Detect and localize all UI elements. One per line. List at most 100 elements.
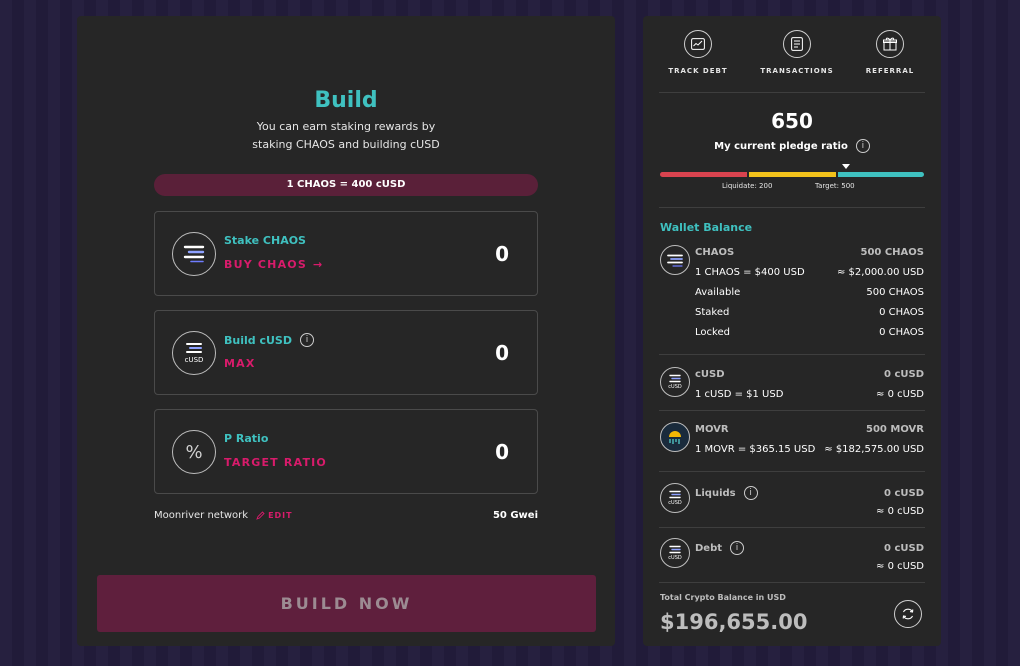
nav-label: REFERRAL [865,67,915,75]
movr-logo-icon [660,422,690,452]
asset-amount: 0 cUSD [884,542,924,554]
movr-rate-row: 1 MOVR = $365.15 USD ≈ $182,575.00 USD [695,444,924,455]
network-name: Moonriver network [154,510,249,521]
percent-icon: % [172,430,216,474]
asset-amount: 0 cUSD [884,487,924,499]
buy-chaos-label: BUY CHAOS [224,258,307,271]
asset-rate: 1 cUSD = $1 USD [695,389,784,400]
pledge-marker-icon [842,164,850,169]
chaos-logo-icon [172,232,216,276]
nav-track-debt[interactable]: TRACK DEBT [658,30,738,75]
info-icon[interactable]: i [855,139,870,153]
page-title: Build [314,88,378,113]
staked-label: Staked [695,307,730,318]
debt-usd-row: ≈ 0 cUSD [695,561,924,572]
target-ratio-link[interactable]: TARGET RATIO [224,456,327,469]
p-ratio-card[interactable]: % P Ratio TARGET RATIO 0 [154,409,538,494]
total-balance-label: Total Crypto Balance in USD [660,593,786,602]
available-label: Available [695,287,741,298]
asset-name: Liquids [695,487,736,499]
asset-usd: ≈ 0 cUSD [876,389,924,400]
divider [659,410,925,411]
cusd-rate-row: 1 cUSD = $1 USD ≈ 0 cUSD [695,389,924,400]
arrow-right-icon: → [312,258,324,271]
asset-name: Debt [695,542,723,554]
card-title-label: Stake CHAOS [224,234,306,247]
buy-chaos-link[interactable]: BUY CHAOS → [224,258,323,271]
chaos-available-row: Available 500 CHAOS [695,287,924,298]
card-title-label: Build cUSD [224,333,292,347]
wallet-panel: TRACK DEBT TRANSACTIONS REFERRAL 650 My … [643,16,941,646]
chaos-logo-icon [660,245,690,275]
staked-value: 0 CHAOS [879,307,924,318]
asset-usd: ≈ 0 cUSD [876,561,924,572]
target-ratio-label: TARGET RATIO [224,456,327,469]
edit-label: EDIT [268,511,293,520]
nav-referral[interactable]: REFERRAL [850,30,930,75]
info-icon[interactable]: i [299,333,314,347]
pledge-ratio-value: 650 [771,109,813,133]
divider [659,92,925,93]
cusd-logo-icon: cUSD [660,483,690,513]
pledge-ratio-bar [660,172,924,177]
edit-network-link[interactable]: EDIT [256,511,293,520]
asset-name-wrap: Debt i [695,541,745,555]
build-now-button[interactable]: BUILD NOW [97,575,596,632]
cusd-icon-text: cUSD [668,555,682,561]
max-link[interactable]: MAX [224,357,256,370]
card-title-label: P Ratio [224,432,269,445]
subtitle-line: You can earn staking rewards by [256,120,436,133]
info-icon[interactable]: i [743,486,758,500]
cusd-logo-icon: cUSD [660,538,690,568]
locked-label: Locked [695,327,730,338]
divider [659,207,925,208]
asset-usd: ≈ 0 cUSD [876,506,924,517]
debt-row: Debt i 0 cUSD [695,541,924,555]
stake-chaos-card[interactable]: Stake CHAOS BUY CHAOS → 0 [154,211,538,296]
nav-transactions[interactable]: TRANSACTIONS [757,30,837,75]
available-value: 500 CHAOS [866,287,924,298]
exchange-rate-badge: 1 CHAOS = 400 cUSD [154,174,538,196]
pledge-ratio-label: My current pledge ratio i [643,139,941,153]
cusd-logo-icon: cUSD [172,331,216,375]
asset-name-wrap: Liquids i [695,486,758,500]
divider [659,471,925,472]
info-icon[interactable]: i [730,541,745,555]
p-ratio-value[interactable]: 0 [495,440,509,464]
build-cusd-card[interactable]: cUSD Build cUSD i MAX 0 [154,310,538,395]
divider [659,354,925,355]
chaos-locked-row: Locked 0 CHAOS [695,327,924,338]
chart-icon [684,30,712,58]
gift-icon [876,30,904,58]
locked-value: 0 CHAOS [879,327,924,338]
liquidate-segment [660,172,748,177]
pledge-ratio-text: My current pledge ratio [714,140,848,152]
chaos-row: CHAOS 500 CHAOS [695,247,924,258]
refresh-button[interactable] [894,600,922,628]
build-subtitle: You can earn staking rewards by staking … [77,118,615,154]
document-icon [783,30,811,58]
card-title: P Ratio [224,432,268,445]
stake-amount-value[interactable]: 0 [495,242,509,266]
chaos-rate-row: 1 CHAOS = $400 USD ≈ $2,000.00 USD [695,267,924,278]
wallet-balance-title: Wallet Balance [660,221,753,234]
liquids-row: Liquids i 0 cUSD [695,486,924,500]
asset-amount: 500 CHAOS [860,247,924,258]
subtitle-line: staking CHAOS and building cUSD [252,138,440,151]
gas-price: 50 Gwei [492,510,538,521]
card-title: Stake CHAOS [224,234,306,247]
asset-amount: 500 MOVR [866,424,924,435]
asset-name: cUSD [695,369,725,380]
cusd-icon-text: cUSD [184,356,204,364]
cusd-logo-icon: cUSD [660,367,690,397]
divider [659,582,925,583]
asset-amount: 0 cUSD [884,369,924,380]
cusd-row: cUSD 0 cUSD [695,369,924,380]
nav-label: TRACK DEBT [668,67,728,75]
asset-rate: 1 CHAOS = $400 USD [695,267,805,278]
build-panel: Build You can earn staking rewards by st… [77,16,615,646]
warning-segment [749,172,836,177]
build-amount-value[interactable]: 0 [495,341,509,365]
target-segment [837,172,924,177]
asset-name: MOVR [695,424,729,435]
